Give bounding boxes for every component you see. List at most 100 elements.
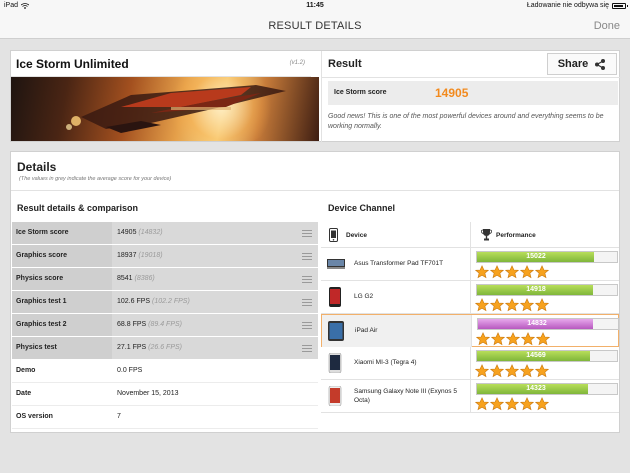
row-score: 18937 bbox=[117, 252, 137, 259]
star-icon bbox=[491, 332, 505, 346]
performance-cell: 14918 bbox=[475, 283, 619, 313]
row-average: (19018) bbox=[138, 252, 163, 259]
device-channel-rows: Asus Transformer Pad TF701T 15022 LG G2 149… bbox=[321, 248, 619, 413]
charging-status: Ładowanie nie odbywa się bbox=[526, 2, 609, 9]
device-thumbnail bbox=[327, 254, 345, 274]
star-icon bbox=[520, 397, 534, 411]
star-icon bbox=[475, 265, 489, 279]
result-title: Result bbox=[328, 58, 362, 70]
menu-icon[interactable] bbox=[302, 322, 312, 329]
star-icon bbox=[521, 332, 535, 346]
performance-cell: 15022 bbox=[475, 250, 619, 280]
menu-icon[interactable] bbox=[302, 253, 312, 260]
star-icon bbox=[535, 364, 549, 378]
table-row: OS version 7 bbox=[12, 406, 318, 429]
performance-column-header: Performance bbox=[473, 222, 619, 248]
row-value: 14905 (14832) bbox=[117, 229, 163, 236]
device-channel-header: Device Performance bbox=[321, 222, 619, 248]
score-bar: 14323 bbox=[476, 383, 618, 395]
row-label: OS version bbox=[16, 413, 53, 420]
row-label: Demo bbox=[16, 367, 36, 374]
row-average: (89.4 FPS) bbox=[148, 321, 182, 328]
row-score: 27.1 FPS bbox=[117, 344, 147, 351]
row-value: 8541 (8386) bbox=[117, 275, 155, 282]
details-card: Details (The values in grey indicate the… bbox=[10, 151, 620, 433]
score-bar-value: 14832 bbox=[527, 320, 547, 327]
result-panel: Result Share Ice Storm score 14905 Good … bbox=[321, 51, 622, 143]
trophy-icon bbox=[481, 229, 492, 241]
star-icon bbox=[520, 298, 534, 312]
star-icon bbox=[490, 265, 504, 279]
result-message: Good news! This is one of the most power… bbox=[328, 113, 604, 130]
star-icon bbox=[490, 364, 504, 378]
test-name: Ice Storm Unlimited bbox=[16, 57, 129, 71]
star-icon bbox=[520, 364, 534, 378]
row-score: 14905 bbox=[117, 229, 137, 236]
star-icon bbox=[535, 397, 549, 411]
star-icon bbox=[505, 397, 519, 411]
star-icon bbox=[475, 397, 489, 411]
star-icon bbox=[520, 265, 534, 279]
menu-icon[interactable] bbox=[302, 299, 312, 306]
menu-icon[interactable] bbox=[302, 345, 312, 352]
menu-icon[interactable] bbox=[302, 276, 312, 283]
star-icon bbox=[505, 298, 519, 312]
star-icon bbox=[475, 364, 489, 378]
device-name: Samsung Galaxy Note III (Exynos 5 Octa) bbox=[354, 388, 457, 404]
star-icon bbox=[505, 364, 519, 378]
result-details-table: Ice Storm score 14905 (14832) Graphics sco… bbox=[12, 222, 318, 429]
score-bar: 15022 bbox=[476, 251, 618, 263]
menu-icon[interactable] bbox=[302, 230, 312, 237]
star-rating bbox=[475, 265, 549, 279]
row-value: 27.1 FPS (26.6 FPS) bbox=[117, 344, 182, 351]
done-button[interactable]: Done bbox=[594, 20, 620, 32]
star-icon bbox=[476, 332, 490, 346]
score-label: Ice Storm score bbox=[334, 89, 387, 96]
share-label: Share bbox=[557, 58, 589, 70]
star-icon bbox=[535, 265, 549, 279]
row-label: Ice Storm score bbox=[12, 222, 112, 244]
performance-cell: 14569 bbox=[475, 349, 619, 379]
status-bar: iPad 11:45 Ładowanie nie odbywa się bbox=[0, 0, 630, 12]
share-button[interactable]: Share bbox=[547, 53, 617, 75]
table-row[interactable]: Physics test 27.1 FPS (26.6 FPS) bbox=[12, 337, 318, 360]
table-row[interactable]: Ice Storm score 14905 (14832) bbox=[12, 222, 318, 245]
star-icon bbox=[506, 332, 520, 346]
device-name: Xiaomi MI-3 (Tegra 4) bbox=[354, 359, 417, 366]
row-label: Physics score bbox=[12, 268, 112, 290]
star-icon bbox=[505, 265, 519, 279]
score-bar-value: 14323 bbox=[526, 385, 546, 392]
star-rating bbox=[475, 364, 549, 378]
star-icon bbox=[536, 332, 550, 346]
details-note: (The values in grey indicate the average… bbox=[19, 176, 172, 182]
test-version: (v1.2) bbox=[289, 60, 305, 66]
device-row[interactable]: Asus Transformer Pad TF701T 15022 bbox=[321, 248, 619, 281]
row-average: (26.6 FPS) bbox=[148, 344, 182, 351]
row-label: Graphics score bbox=[12, 245, 112, 267]
star-rating bbox=[475, 298, 549, 312]
device-cell: Samsung Galaxy Note III (Exynos 5 Octa) bbox=[321, 380, 471, 412]
device-column-header: Device bbox=[321, 222, 471, 248]
table-row[interactable]: Graphics score 18937 (19018) bbox=[12, 245, 318, 268]
row-label: Physics test bbox=[12, 337, 112, 359]
device-row[interactable]: LG G2 14918 bbox=[321, 281, 619, 314]
device-thumbnail bbox=[327, 385, 343, 407]
table-row[interactable]: Graphics test 1 102.6 FPS (102.2 FPS) bbox=[12, 291, 318, 314]
device-row[interactable]: Samsung Galaxy Note III (Exynos 5 Octa) 1… bbox=[321, 380, 619, 413]
status-right: Ładowanie nie odbywa się bbox=[526, 2, 628, 9]
table-row[interactable]: Graphics test 2 68.8 FPS (89.4 FPS) bbox=[12, 314, 318, 337]
device-thumbnail bbox=[327, 287, 343, 307]
device-row[interactable]: Xiaomi MI-3 (Tegra 4) 14569 bbox=[321, 347, 619, 380]
row-score: 68.8 FPS bbox=[117, 321, 147, 328]
star-icon bbox=[475, 298, 489, 312]
device-row[interactable]: iPad Air 14832 bbox=[321, 314, 619, 347]
details-title: Details bbox=[17, 160, 57, 174]
row-score: 7 bbox=[117, 413, 121, 420]
device-name: LG G2 bbox=[354, 293, 374, 300]
score-value: 14905 bbox=[435, 86, 469, 100]
device-cell: LG G2 bbox=[321, 281, 471, 313]
row-score: 0.0 FPS bbox=[117, 367, 143, 374]
table-row[interactable]: Physics score 8541 (8386) bbox=[12, 268, 318, 291]
test-header: Ice Storm Unlimited (v1.2) bbox=[11, 51, 311, 77]
device-thumbnail bbox=[327, 352, 343, 374]
